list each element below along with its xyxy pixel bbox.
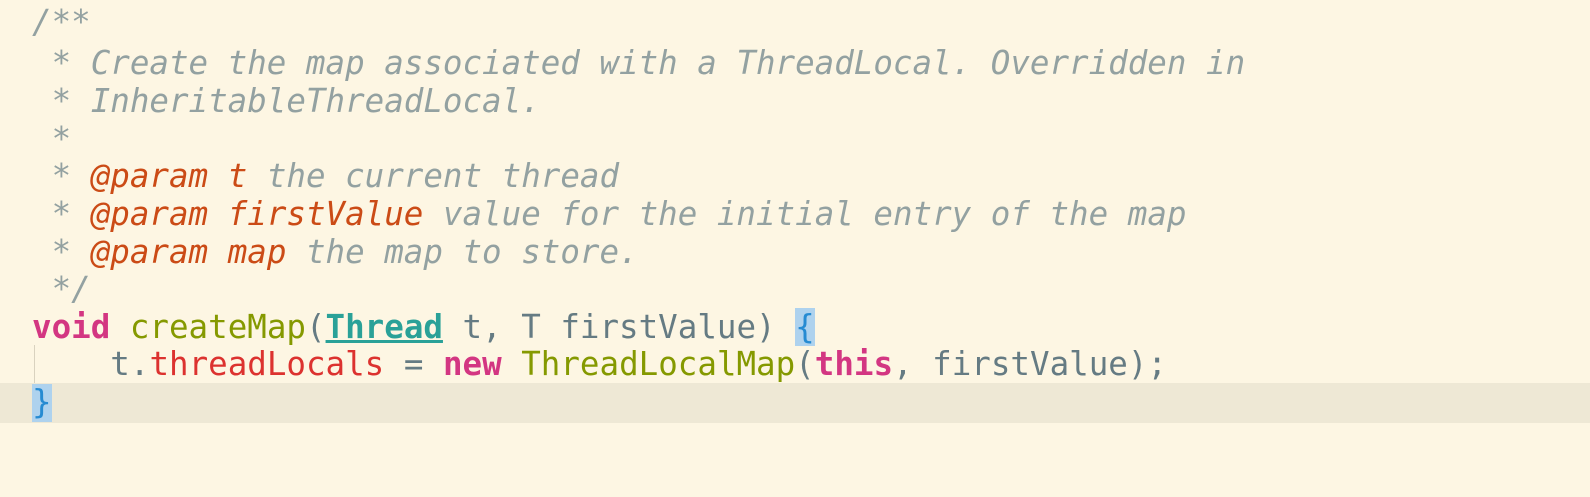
param-description: value for the initial entry of the map (423, 195, 1187, 233)
code-line-9[interactable]: void createMap(Thread t, T firstValue) { (0, 308, 1590, 347)
this-keyword: this (814, 345, 894, 383)
javadoc-close: */ (32, 270, 91, 308)
code-editor[interactable]: /** * Create the map associated with a T… (0, 0, 1590, 440)
javadoc-text: * Create the map associated with a Threa… (32, 44, 1246, 82)
dot: . (129, 345, 150, 383)
param-tag: @param (90, 233, 209, 271)
javadoc-open: /** (32, 3, 91, 41)
param-name: firstValue (227, 195, 424, 233)
javadoc-prefix: * (32, 233, 91, 271)
variable-t: t (110, 345, 130, 383)
code-line-7[interactable]: * @param map the map to store. (0, 233, 1590, 272)
paren-open: ( (795, 345, 815, 383)
param-tag: @param (90, 195, 209, 233)
code-line-11[interactable]: } (0, 383, 1590, 422)
javadoc-text: * InheritableThreadLocal. (32, 82, 541, 120)
assign-op: = (384, 345, 443, 383)
param-name: t (227, 157, 248, 195)
code-line-8[interactable]: */ (0, 270, 1590, 309)
code-line-4[interactable]: * (0, 120, 1590, 159)
threadlocalmap-class: ThreadLocalMap (521, 345, 796, 383)
code-line-5[interactable]: * @param t the current thread (0, 157, 1590, 196)
method-signature: void createMap(Thread t, T firstValue) { (32, 308, 815, 347)
close-brace-highlight: } (32, 383, 52, 422)
javadoc-param-line: * @param firstValue value for the initia… (32, 195, 1187, 234)
thread-type-link[interactable]: Thread (326, 308, 443, 346)
javadoc-prefix: * (32, 157, 91, 195)
javadoc-blank: * (32, 120, 72, 158)
javadoc-param-line: * @param t the current thread (32, 157, 620, 196)
void-keyword: void (32, 308, 111, 346)
javadoc-param-line: * @param map the map to store. (32, 233, 639, 272)
code-line-6[interactable]: * @param firstValue value for the initia… (0, 195, 1590, 234)
code-line-2[interactable]: * Create the map associated with a Threa… (0, 44, 1590, 83)
javadoc-prefix: * (32, 195, 91, 233)
code-line-3[interactable]: * InheritableThreadLocal. (0, 82, 1590, 121)
threadlocals-field: threadLocals (149, 345, 385, 383)
paren-open: ( (305, 308, 326, 346)
args-rest: , firstValue); (893, 345, 1167, 383)
new-keyword: new (442, 345, 502, 383)
method-body-statement: t.threadLocals = new ThreadLocalMap(this… (32, 345, 1167, 384)
param-name: map (227, 233, 287, 271)
param-description: the current thread (247, 157, 620, 195)
code-line-10[interactable]: t.threadLocals = new ThreadLocalMap(this… (0, 345, 1590, 384)
code-line-1[interactable]: /** (0, 3, 1590, 42)
param-description: the map to store. (286, 233, 639, 271)
method-name: createMap (129, 308, 306, 346)
open-brace-highlight: { (795, 308, 815, 346)
param-tag: @param (90, 157, 209, 195)
params: t, T firstValue) (442, 308, 796, 346)
